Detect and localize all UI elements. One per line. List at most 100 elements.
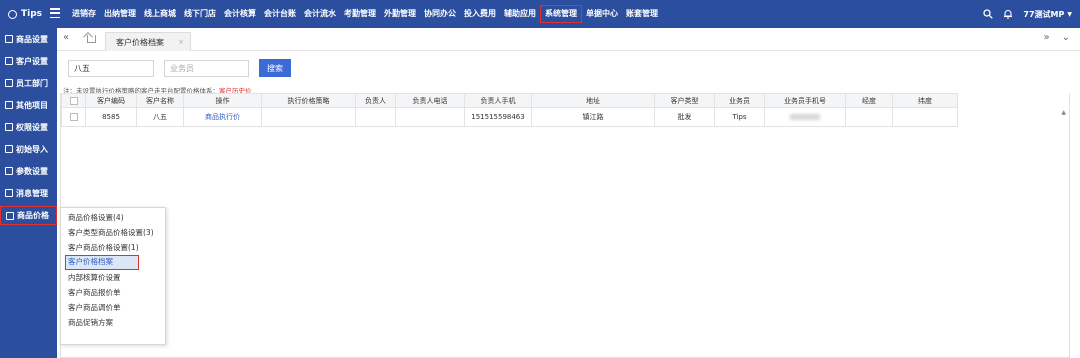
nav-item[interactable]: 考勤管理 xyxy=(340,5,380,23)
menu-toggle-icon[interactable] xyxy=(50,8,60,18)
row-checkbox[interactable] xyxy=(69,113,78,121)
nav-item[interactable]: 会计台账 xyxy=(260,5,300,23)
column-header[interactable]: 客户编码 xyxy=(85,93,137,108)
nav-item[interactable]: 会计流水 xyxy=(300,5,340,23)
data-grid: 客户编码 客户名称 操作 执行价格策略 负责人 负责人电话 负责人手机 地址 客户类型 业务员 业务… xyxy=(60,93,1070,358)
submenu-item[interactable]: 客户类型商品价格设置(3) xyxy=(61,225,165,240)
main-nav: 进销存 出纳管理 线上商城 线下门店 会计核算 会计台账 会计流水 考勤管理 外勤管理 协同办公投… xyxy=(68,0,662,28)
cell-action: 商品执行价 xyxy=(183,107,262,127)
price-submenu: 商品价格设置(4) 客户类型商品价格设置(3) 客户商品价格设置(1) 客户价格档案内… xyxy=(60,207,166,345)
nav-item[interactable]: 系统管理 xyxy=(540,5,582,23)
nav-item[interactable]: 会计核算 xyxy=(220,5,260,23)
tabs-scroll-right-icon[interactable]: » xyxy=(1043,32,1049,43)
sidebar-item-label: 商品设置 xyxy=(16,34,48,44)
nav-item[interactable]: 线上商城 xyxy=(140,5,180,23)
column-header[interactable]: 地址 xyxy=(531,93,655,108)
sidebar-item-icon xyxy=(5,79,13,87)
home-icon[interactable] xyxy=(87,35,96,43)
cell-code: 8585 xyxy=(85,107,137,127)
sidebar-item[interactable]: 客户设置 xyxy=(0,50,57,72)
sidebar-item[interactable]: 员工部门 xyxy=(0,72,57,94)
column-header[interactable]: 客户名称 xyxy=(136,93,184,108)
submenu-item[interactable]: 客户价格档案 xyxy=(65,255,139,270)
top-right-tools: 77测试MP ▼ xyxy=(983,0,1072,28)
sidebar-item[interactable]: 权限设置 xyxy=(0,116,57,138)
column-header[interactable]: 操作 xyxy=(183,93,262,108)
sidebar-item-label: 初始导入 xyxy=(16,144,48,154)
column-header[interactable]: 负责人 xyxy=(355,93,396,108)
bell-icon[interactable] xyxy=(1003,9,1013,19)
cell-type: 批发 xyxy=(654,107,715,127)
cell-salesman: Tips xyxy=(714,107,765,127)
nav-item[interactable]: 线下门店 xyxy=(180,5,220,23)
chevron-down-icon[interactable]: ⌄ xyxy=(1062,32,1070,43)
customer-input[interactable] xyxy=(68,59,154,77)
row-select-cell xyxy=(61,107,86,127)
submenu-item[interactable]: 客户商品价格设置(1) xyxy=(61,240,165,255)
nav-item[interactable]: 投入费用 xyxy=(460,5,500,23)
sidebar: 商品设置客户设置员工部门其他项目权限设置初始导入参数设置消息管理商品价格 xyxy=(0,28,57,358)
submenu-item[interactable]: 内部核算价设置 xyxy=(61,270,165,285)
sidebar-item-icon xyxy=(5,167,13,175)
brand-name: Tips xyxy=(21,9,43,19)
sidebar-item-label: 权限设置 xyxy=(16,122,48,132)
column-header[interactable]: 纬度 xyxy=(892,93,958,108)
sidebar-item[interactable]: 其他项目 xyxy=(0,94,57,116)
nav-item[interactable]: 进销存 xyxy=(68,5,100,23)
submenu-item[interactable]: 客户商品报价单 xyxy=(61,285,165,300)
cell-address: 镇江路 xyxy=(531,107,655,127)
sidebar-item[interactable]: 消息管理 xyxy=(0,182,57,204)
column-header[interactable]: 负责人手机 xyxy=(464,93,532,108)
sidebar-item[interactable]: 商品设置 xyxy=(0,28,57,50)
search-bar: 搜索 xyxy=(68,59,291,77)
cell-owner-phone xyxy=(395,107,465,127)
tabs-scroll-left-icon[interactable]: « xyxy=(63,32,69,43)
user-menu[interactable]: 77测试MP ▼ xyxy=(1023,9,1072,20)
product-price-link[interactable]: 商品执行价 xyxy=(205,113,240,121)
redacted-phone xyxy=(790,114,820,120)
sidebar-item[interactable]: 商品价格 xyxy=(0,206,57,225)
nav-item[interactable]: 协同办公 xyxy=(420,5,460,23)
nav-item[interactable]: 外勤管理 xyxy=(380,5,420,23)
nav-item[interactable]: 辅助应用 xyxy=(500,5,540,23)
cell-strategy xyxy=(261,107,356,127)
search-button[interactable]: 搜索 xyxy=(259,59,291,77)
nav-item[interactable]: 账套管理 xyxy=(622,5,662,23)
tab-customer-price-archive[interactable]: 客户价格档案 × xyxy=(105,32,191,51)
brand[interactable]: Tips xyxy=(8,0,42,28)
sidebar-item[interactable]: 初始导入 xyxy=(0,138,57,160)
user-name: 77测试MP xyxy=(1023,9,1065,19)
tab-bar-right: » ⌄ xyxy=(1043,32,1070,43)
salesman-input[interactable] xyxy=(164,59,249,77)
sidebar-item-icon xyxy=(5,101,13,109)
submenu-item[interactable]: 商品价格设置(4) xyxy=(61,210,165,225)
sidebar-item-icon xyxy=(5,189,13,197)
column-header[interactable]: 经度 xyxy=(845,93,893,108)
sidebar-item-label: 客户设置 xyxy=(16,56,48,66)
nav-item[interactable]: 出纳管理 xyxy=(100,5,140,23)
close-icon[interactable]: × xyxy=(178,38,184,46)
search-icon[interactable] xyxy=(983,9,994,19)
table-row[interactable]: 8585 八五 商品执行价 151515598463 镇江路 批发 Tips xyxy=(61,107,958,127)
column-header[interactable]: 执行价格策略 xyxy=(261,93,356,108)
sidebar-item[interactable]: 参数设置 xyxy=(0,160,57,182)
submenu-item[interactable]: 客户商品调价单 xyxy=(61,300,165,315)
column-header[interactable]: 业务员 xyxy=(714,93,765,108)
submenu-item[interactable]: 商品促销方案 xyxy=(61,315,165,330)
column-header[interactable]: 负责人电话 xyxy=(395,93,465,108)
chevron-down-icon: ▼ xyxy=(1067,10,1072,18)
sidebar-item-icon xyxy=(6,211,14,220)
column-header[interactable]: 客户类型 xyxy=(654,93,715,108)
tab-bar: « 客户价格档案 × » ⌄ xyxy=(57,28,1080,51)
sidebar-item-label: 参数设置 xyxy=(16,166,48,176)
select-all-checkbox[interactable] xyxy=(69,96,78,105)
column-header[interactable]: 业务员手机号 xyxy=(764,93,846,108)
scroll-up-icon[interactable]: ▲ xyxy=(1061,109,1066,116)
sidebar-item-label: 商品价格 xyxy=(17,211,49,220)
sidebar-item-label: 消息管理 xyxy=(16,188,48,198)
content-area: 搜索 注：未设置执行价格策略的客户走平台配置价格体系：客户历史价 客户编码客户名… xyxy=(57,51,1080,358)
table-header-row: 客户编码 客户名称 操作 执行价格策略 负责人 负责人电话 负责人手机 地址 客户类型 业务员 业务… xyxy=(61,93,958,108)
sidebar-item-label: 员工部门 xyxy=(16,78,48,88)
nav-item[interactable]: 单据中心 xyxy=(582,5,622,23)
cell-owner-mobile: 151515598463 xyxy=(464,107,532,127)
